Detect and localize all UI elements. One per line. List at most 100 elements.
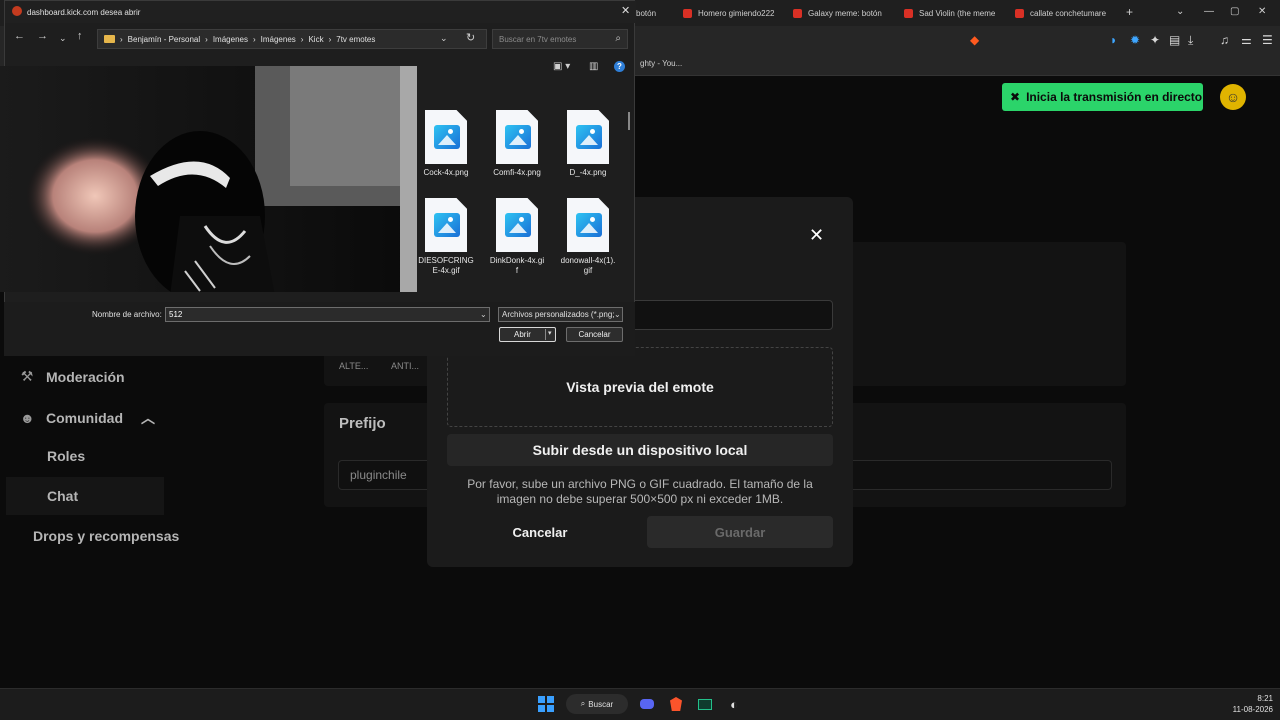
sidebar-item-drops[interactable]: Drops y recompensas <box>33 528 179 544</box>
file-item[interactable]: Cock-4x.png <box>418 110 474 178</box>
filename-chevron-icon[interactable]: ⌄ <box>480 310 487 319</box>
search-icon: ⌕ <box>580 699 586 708</box>
extension-gear-icon[interactable]: ✹ <box>1130 33 1140 47</box>
taskbar-search-label: Buscar <box>588 699 614 709</box>
file-item[interactable]: donowall-4x(1).gif <box>560 198 616 276</box>
breadcrumb-item[interactable]: Imágenes <box>261 35 296 44</box>
file-item[interactable]: Comfi-4x.png <box>489 110 545 178</box>
filter-chip[interactable]: ANTI... <box>391 361 419 371</box>
windows-start-icon[interactable] <box>537 695 555 713</box>
recent-chevron-icon[interactable]: ⌄ <box>59 33 67 44</box>
upload-local-label: Subir desde un dispositivo local <box>532 442 748 458</box>
dialog-titlebar: dashboard.kick.com desea abrir <box>5 1 636 23</box>
modal-cancel-button[interactable]: Cancelar <box>447 516 633 548</box>
audio-icon[interactable]: ◗ <box>1110 33 1117 47</box>
upload-local-button[interactable]: Subir desde un dispositivo local <box>447 434 833 466</box>
wrench-icon: ⚒ <box>20 368 34 384</box>
sidebar-item-chat-bg <box>6 477 164 515</box>
app-circle-icon[interactable]: ◐ <box>725 695 743 713</box>
tab-label: callate conchetumare <box>1030 8 1107 18</box>
prefix-title: Prefijo <box>339 415 386 432</box>
tab-label: Homero gimiendo222 <box>698 8 775 18</box>
file-item[interactable]: D_-4x.png <box>560 110 616 178</box>
tab-favicon-icon <box>1015 8 1024 18</box>
file-name: donowall-4x(1).gif <box>560 256 616 275</box>
file-type-select[interactable]: Archivos personalizados (*.png; <box>498 307 623 322</box>
file-name: D_-4x.png <box>569 168 607 177</box>
discord-icon[interactable] <box>638 695 656 713</box>
breadcrumb-item[interactable]: Benjamín - Personal <box>128 35 200 44</box>
sidebar-item-label: Moderación <box>46 368 125 385</box>
maximize-icon[interactable]: ▢ <box>1230 6 1239 17</box>
file-item[interactable]: DIESOFCRINGE-4x.gif <box>418 198 474 276</box>
dialog-cancel-button[interactable]: Cancelar <box>566 327 623 342</box>
browser-tab[interactable]: Homero gimiendo222 <box>683 4 783 22</box>
modal-close-icon[interactable]: ✕ <box>809 225 824 246</box>
download-icon[interactable]: ⤓ <box>1188 33 1193 48</box>
menu-icon[interactable]: ☰ <box>1262 33 1273 47</box>
emote-preview-label: Vista previa del emote <box>566 379 714 395</box>
go-live-button[interactable]: ✖ Inicia la transmisión en directo <box>1002 83 1203 111</box>
tab-favicon-icon <box>904 8 913 18</box>
dialog-close-icon[interactable]: ✕ <box>621 4 630 17</box>
minimize-icon[interactable]: — <box>1204 6 1214 17</box>
refresh-icon[interactable]: ↻ <box>466 31 475 44</box>
view-options-icon[interactable]: ▣ ▾ <box>553 61 570 72</box>
sidebar-item-moderacion[interactable]: ⚒ Moderación <box>20 368 125 385</box>
sidebar-item-label: Comunidad <box>46 410 123 426</box>
clock-time: 8:21 <box>1257 694 1273 703</box>
sidebar-item-comunidad[interactable]: ☻ Comunidad ︿ <box>20 408 155 428</box>
equalizer-icon[interactable]: ⚌ <box>1241 33 1252 47</box>
brave-shield-icon[interactable]: ◆ <box>970 33 979 47</box>
breadcrumb-item[interactable]: Kick <box>308 35 323 44</box>
close-window-icon[interactable]: ✕ <box>1258 6 1266 17</box>
file-list-scrollbar[interactable] <box>628 112 630 130</box>
sidebar-item-chat[interactable]: Chat <box>47 488 78 504</box>
extensions-icon[interactable]: ✦ <box>1150 33 1160 47</box>
breadcrumb-sep-icon: › <box>120 34 123 44</box>
filename-label: Nombre de archivo: <box>92 310 162 319</box>
tab-list-chevron-icon[interactable]: ⌄ <box>1176 6 1184 17</box>
browser-tab[interactable]: botón <box>636 4 676 22</box>
file-type-chevron-icon[interactable]: ⌄ <box>614 310 621 319</box>
sidebar-item-roles[interactable]: Roles <box>47 448 85 464</box>
tab-label: botón <box>636 8 657 18</box>
breadcrumb-sep-icon: › <box>328 34 332 44</box>
browser-tab[interactable]: Sad Violin (the meme <box>904 4 1004 22</box>
up-folder-icon[interactable]: ↑ <box>77 30 83 42</box>
tab-favicon-icon <box>683 8 692 18</box>
folder-icon <box>104 35 115 43</box>
file-item[interactable]: DinkDonk-4x.gif <box>489 198 545 276</box>
reading-list-icon[interactable]: ▤ <box>1169 33 1180 47</box>
help-icon[interactable]: ? <box>614 61 625 72</box>
image-file-icon <box>567 110 609 164</box>
image-file-icon <box>496 198 538 252</box>
upload-hint: Por favor, sube un archivo PNG o GIF cua… <box>467 477 813 506</box>
avatar[interactable]: ☺ <box>1220 84 1246 110</box>
modal-save-button[interactable]: Guardar <box>647 516 833 548</box>
open-dropdown-chevron-icon[interactable]: ▾ <box>548 329 552 337</box>
preview-pane-icon[interactable]: ▥ <box>589 61 598 72</box>
media-icon[interactable]: ♫ <box>1220 33 1229 47</box>
address-chevron-icon[interactable]: ⌄ <box>440 33 448 44</box>
new-tab-button[interactable]: + <box>1126 5 1133 19</box>
brave-icon[interactable] <box>667 695 685 713</box>
browser-tab[interactable]: Galaxy meme: botón <box>793 4 893 22</box>
bookmark-item[interactable]: ghty - You... <box>640 59 682 68</box>
browser-tab[interactable]: callate conchetumare <box>1015 4 1115 22</box>
filename-input[interactable]: 512 <box>165 307 490 322</box>
taskbar-search[interactable]: ⌕ Buscar <box>566 694 628 714</box>
image-file-icon <box>496 110 538 164</box>
breadcrumb-item[interactable]: 7tv emotes <box>336 35 375 44</box>
forward-icon[interactable]: → <box>37 30 48 42</box>
back-icon[interactable]: ← <box>14 30 25 42</box>
monitor-app-icon[interactable] <box>696 695 714 713</box>
breadcrumb-item[interactable]: Imágenes <box>213 35 248 44</box>
address-bar[interactable]: › Benjamín - Personal › Imágenes › Imáge… <box>97 29 487 49</box>
search-input[interactable]: Buscar en 7tv emotes ⌕ <box>492 29 628 49</box>
sidebar-item-label: Roles <box>47 448 86 464</box>
users-icon: ☻ <box>20 410 35 426</box>
system-clock[interactable]: 8:21 11-08-2026 <box>1228 693 1273 715</box>
clock-date: 11-08-2026 <box>1232 705 1273 714</box>
filter-chip[interactable]: ALTE... <box>339 361 368 371</box>
